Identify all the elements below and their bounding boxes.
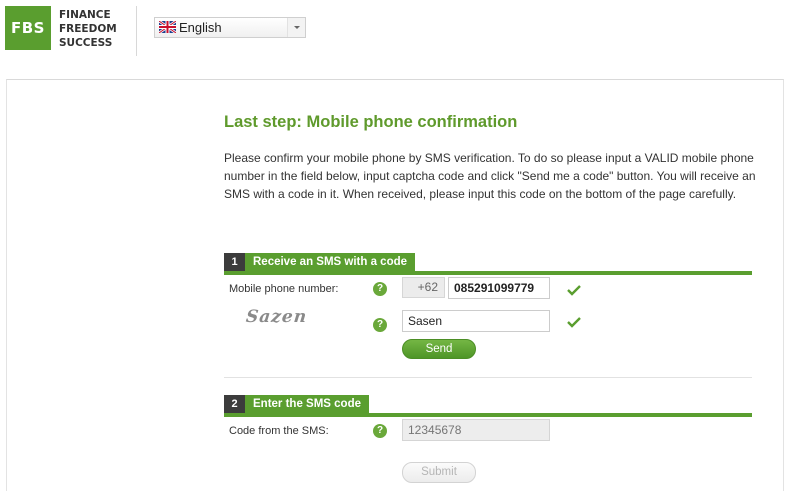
phone-prefix: +62	[402, 277, 445, 298]
step-1-title: Receive an SMS with a code	[245, 253, 416, 271]
fbs-logo[interactable]: FBS	[5, 6, 51, 50]
section-divider	[224, 377, 752, 378]
sms-code-input[interactable]	[402, 419, 550, 441]
captcha-image: Sazen	[244, 307, 309, 327]
content-panel	[6, 79, 784, 491]
help-icon[interactable]: ?	[373, 424, 387, 438]
uk-flag-icon	[159, 21, 176, 33]
step-2-header: 2 Enter the SMS code	[224, 395, 752, 417]
chevron-down-icon[interactable]	[287, 18, 305, 37]
logo-line-finance: FINANCE	[59, 9, 111, 21]
logo-line-success: SUCCESS	[59, 37, 113, 49]
intro-text: Please confirm your mobile phone by SMS …	[224, 151, 756, 201]
step-1-header: 1 Receive an SMS with a code	[224, 253, 752, 275]
logo-tagline: FINANCE FREEDOM SUCCESS	[59, 8, 117, 50]
phone-input[interactable]	[448, 277, 550, 299]
help-icon[interactable]: ?	[373, 282, 387, 296]
header-divider	[136, 6, 137, 56]
send-button[interactable]: Send	[402, 339, 476, 359]
checkmark-icon	[567, 317, 581, 328]
step-1-number: 1	[224, 253, 245, 271]
checkmark-icon	[567, 285, 581, 296]
step-2-title: Enter the SMS code	[245, 395, 369, 413]
help-icon[interactable]: ?	[373, 318, 387, 332]
submit-button[interactable]: Submit	[402, 462, 476, 483]
language-select[interactable]: English	[154, 17, 306, 38]
captcha-input[interactable]	[402, 310, 550, 332]
sms-code-label: Code from the SMS:	[229, 425, 329, 437]
site-header: FBS FINANCE FREEDOM SUCCESS English	[0, 0, 789, 70]
page-title: Last step: Mobile phone confirmation	[224, 113, 518, 131]
logo-line-freedom: FREEDOM	[59, 23, 117, 35]
step-2-number: 2	[224, 395, 245, 413]
language-select-value: English	[179, 20, 222, 35]
phone-label: Mobile phone number:	[229, 283, 339, 295]
